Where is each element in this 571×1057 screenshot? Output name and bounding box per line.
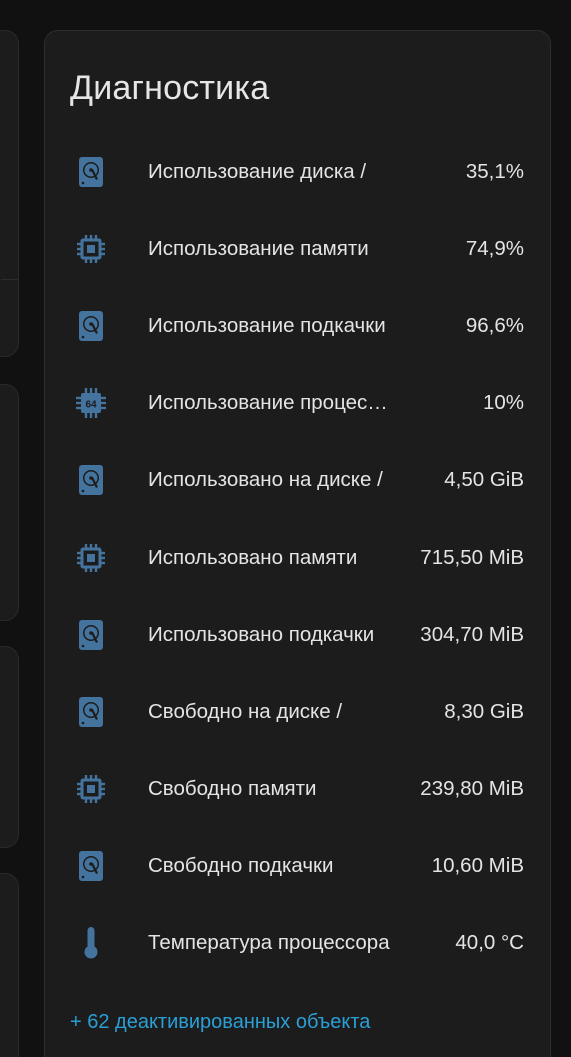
entity-row[interactable]: Использовано памяти 715,50 MiB <box>45 519 550 596</box>
card-title: Диагностика <box>70 69 270 107</box>
left-card-divider <box>1 279 18 280</box>
entity-state: 10,60 MiB <box>431 854 524 878</box>
entity-name: Использовано памяти <box>148 545 358 569</box>
harddisk-icon <box>76 309 106 343</box>
entity-name: Свободно памяти <box>148 777 317 801</box>
entity-list: Использование диска / 35,1% Использование… <box>45 133 550 982</box>
left-card-3[interactable] <box>0 646 19 848</box>
entity-name: Использование диска / <box>148 159 367 183</box>
dashboard-page: Диагностика Использование диска / 35,1% И… <box>0 0 571 1057</box>
svg-text:64: 64 <box>85 400 97 411</box>
entity-row[interactable]: Использовано подкачки 304,70 MiB <box>45 596 550 673</box>
harddisk-icon <box>76 695 106 729</box>
entity-name: Температура процессора <box>148 931 390 955</box>
entity-state: 96,6% <box>465 313 524 337</box>
entity-name: Использование памяти <box>148 236 369 260</box>
harddisk-icon <box>76 849 106 883</box>
entity-name: Использование процессора <box>148 391 390 415</box>
left-card-4[interactable] <box>0 873 19 1057</box>
entity-name: Свободно подкачки <box>148 854 334 878</box>
entity-row[interactable]: Использование диска / 35,1% <box>45 133 550 210</box>
entity-state: 304,70 MiB <box>420 622 524 646</box>
entity-row[interactable]: Использование подкачки 96,6% <box>45 287 550 364</box>
entity-state: 239,80 MiB <box>420 777 524 801</box>
harddisk-icon <box>76 618 106 652</box>
diagnostics-card: Диагностика Использование диска / 35,1% И… <box>44 30 551 1057</box>
entity-state: 10% <box>482 391 524 415</box>
entity-state: 40,0 °C <box>455 931 524 955</box>
entity-row[interactable]: Свободно подкачки 10,60 MiB <box>45 828 550 905</box>
entity-row[interactable]: Использование памяти 74,9% <box>45 210 550 287</box>
entity-state: 715,50 MiB <box>420 545 524 569</box>
left-card-1[interactable] <box>0 30 19 357</box>
entity-row[interactable]: Температура процессора 40,0 °C <box>45 905 550 982</box>
disabled-entities-link[interactable]: + 62 деактивированных объекта <box>70 1011 370 1034</box>
cpu-64-icon: 64 <box>76 386 106 420</box>
harddisk-icon <box>76 463 106 497</box>
entity-state: 35,1% <box>465 159 524 183</box>
entity-row[interactable]: 64 Использование процессора 10% <box>45 365 550 442</box>
entity-row[interactable]: Использовано на диске / 4,50 GiB <box>45 442 550 519</box>
entity-name: Свободно на диске / <box>148 699 343 723</box>
entity-name: Использовано подкачки <box>148 622 375 646</box>
entity-state: 8,30 GiB <box>444 699 524 723</box>
entity-row[interactable]: Свободно памяти 239,80 MiB <box>45 751 550 828</box>
entity-name: Использовано на диске / <box>148 468 383 492</box>
left-card-2[interactable] <box>0 384 19 621</box>
harddisk-icon <box>76 155 106 189</box>
memory-icon <box>76 232 106 266</box>
entity-state: 74,9% <box>465 236 524 260</box>
memory-icon <box>76 772 106 806</box>
thermometer-icon <box>76 926 106 960</box>
memory-icon <box>76 541 106 575</box>
entity-row[interactable]: Свободно на диске / 8,30 GiB <box>45 673 550 750</box>
entity-name: Использование подкачки <box>148 313 386 337</box>
entity-state: 4,50 GiB <box>444 468 524 492</box>
